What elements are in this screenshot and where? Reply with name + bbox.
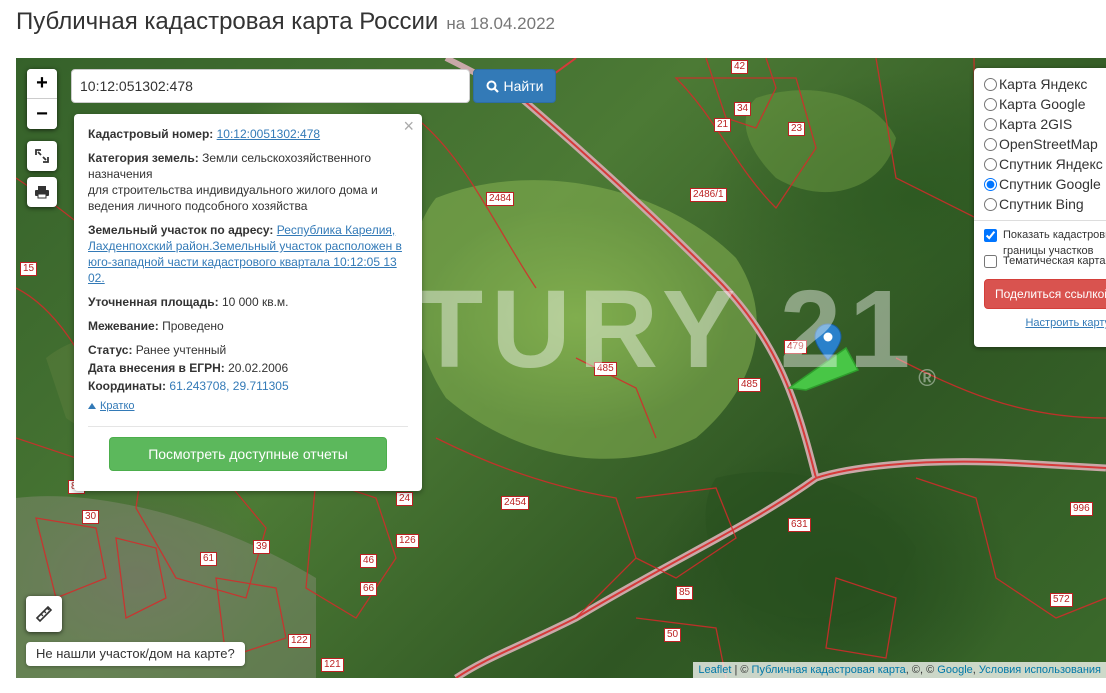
search-bar: Найти [71,69,556,103]
status-row: Статус: Ранее учтенный [88,343,227,357]
ruler-icon [35,605,53,623]
zoom-out-button[interactable]: − [27,99,57,129]
google-link[interactable]: Google [937,664,972,676]
area-row: Уточненная площадь: 10 000 кв.м. [88,295,289,309]
zoom-in-button[interactable]: + [27,69,57,99]
coordinates-value[interactable]: 61.243708, 29.711305 [169,379,288,393]
parcel-label: 61 [200,552,218,566]
leaflet-link[interactable]: Leaflet [698,664,731,676]
caret-up-icon [88,403,96,409]
divider [974,220,1106,221]
egrn-date-row: Дата внесения в ЕГРН: 20.02.2006 [88,361,289,375]
parcel-label: 631 [788,518,811,532]
layer-radio[interactable] [984,77,997,91]
parcel-label: 21 [714,118,732,132]
parcel-label: 85 [676,586,694,600]
print-icon [35,186,49,199]
layer-radio[interactable] [984,197,997,211]
cadastral-search-input[interactable] [71,69,470,103]
checkbox[interactable] [984,229,997,242]
page-title: Публичная кадастровая карта России [16,8,439,35]
parcel-label: 122 [288,634,311,648]
page-header: Публичная кадастровая карта России на 18… [16,8,555,48]
configure-map-link[interactable]: Настроить карту [984,317,1106,329]
layer-option-yandex-map[interactable]: Карта Яндекс [984,74,1106,94]
divider [88,426,408,427]
parcel-label: 2484 [486,192,515,206]
map-view[interactable]: 42 34 21 23 2486/1 2484 15 485 479 485 2… [16,58,1106,678]
not-found-prompt[interactable]: Не нашли участок/дом на карте? [26,642,245,666]
parcel-label: 15 [20,262,38,276]
layer-radio[interactable] [984,157,997,171]
parcel-label: 42 [731,60,749,74]
parcel-label: 30 [82,510,100,524]
layer-radio[interactable] [984,137,997,151]
close-icon[interactable]: × [403,117,414,135]
survey-row: Межевание: Проведено [88,319,224,333]
fullscreen-button[interactable] [27,141,57,171]
parcel-label: 34 [734,102,752,116]
layer-option-2gis-map[interactable]: Карта 2GIS [984,114,1106,134]
page-date: на 18.04.2022 [446,14,555,33]
layer-radio[interactable] [984,117,997,131]
cadastral-number-row: Кадастровый номер: 10:12:0051302:478 [88,127,321,141]
zoom-control: + − [27,69,57,129]
coordinates-row: Координаты: 61.243708, 29.711305 [88,379,289,393]
parcel-label: 24 [396,492,414,506]
parcel-label: 66 [360,582,378,596]
search-icon [486,80,499,93]
land-category-row: Категория земель: Земли сельскохозяйстве… [88,151,378,213]
checkbox[interactable] [984,255,997,268]
cadastral-number-link[interactable]: 10:12:0051302:478 [217,127,320,141]
parcel-label: 572 [1050,593,1073,607]
parcel-label: 126 [396,534,419,548]
search-button[interactable]: Найти [473,69,556,103]
thematic-map-checkbox[interactable]: Тематическая карта [984,253,1106,273]
layer-option-openstreetmap[interactable]: OpenStreetMap [984,134,1106,154]
parcel-info-popup: × Кадастровый номер: 10:12:0051302:478 К… [74,114,422,491]
parcel-label: 50 [664,628,682,642]
watermark: TURY 21® [416,268,944,392]
layer-radio[interactable] [984,97,997,111]
layer-option-bing-satellite[interactable]: Спутник Bing [984,194,1106,214]
address-row: Земельный участок по адресу: Республика … [88,223,402,285]
parcel-label: 46 [360,554,378,568]
parcel-label: 39 [253,540,271,554]
map-attribution: Leaflet | © Публичная кадастровая карта,… [693,662,1106,678]
parcel-label: 121 [321,658,344,672]
print-button[interactable] [27,177,57,207]
view-reports-button[interactable]: Посмотреть доступные отчеты [109,437,387,471]
pkk-link[interactable]: Публичная кадастровая карта [752,664,906,676]
search-button-label: Найти [503,78,544,94]
parcel-label: 996 [1070,502,1093,516]
expand-icon [35,149,49,163]
parcel-label: 2486/1 [690,188,727,202]
layer-radio[interactable] [984,177,997,191]
terms-link[interactable]: Условия использования [979,664,1101,676]
layer-option-google-satellite[interactable]: Спутник Google [984,174,1106,194]
layer-option-yandex-satellite[interactable]: Спутник Яндекс [984,154,1106,174]
parcel-label: 2454 [501,496,530,510]
show-cadastral-borders-checkbox[interactable]: Показать кадастровыеграницы участков [984,227,1106,257]
layer-option-google-map[interactable]: Карта Google [984,94,1106,114]
collapse-link[interactable]: Кратко [88,398,135,414]
layer-switcher: Карта Яндекс Карта Google Карта 2GIS Ope… [974,68,1106,347]
ruler-button[interactable] [26,596,62,632]
parcel-label: 23 [788,122,806,136]
share-link-button[interactable]: Поделиться ссылкой [984,279,1106,309]
